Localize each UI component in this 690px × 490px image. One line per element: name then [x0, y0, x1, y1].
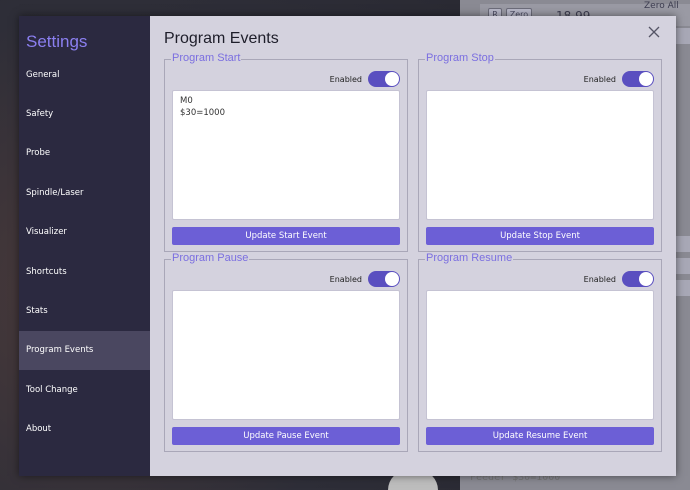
update-stop-event-button[interactable]: Update Stop Event — [426, 227, 654, 245]
sidebar-item-tool-change[interactable]: Tool Change — [19, 370, 150, 409]
enabled-row: Enabled — [426, 270, 654, 288]
close-button[interactable] — [644, 22, 664, 42]
sidebar-item-about[interactable]: About — [19, 410, 150, 449]
sidebar-item-label: Safety — [26, 109, 54, 120]
sidebar-item-program-events[interactable]: Program Events — [19, 330, 150, 371]
sidebar-item-label: Stats — [26, 306, 48, 317]
start-event-code[interactable]: M0 $30=1000 — [172, 90, 400, 220]
sidebar-item-label: Program Events — [26, 345, 94, 356]
stop-enabled-toggle[interactable] — [622, 71, 654, 87]
update-resume-event-button[interactable]: Update Resume Event — [426, 427, 654, 445]
toggle-knob — [639, 272, 653, 286]
events-grid: Program Start Enabled M0 $30=1000 Update… — [164, 52, 662, 452]
pause-enabled-toggle[interactable] — [368, 271, 400, 287]
close-icon — [648, 26, 660, 38]
sidebar-item-stats[interactable]: Stats — [19, 291, 150, 330]
toggle-label: Enabled — [329, 74, 362, 84]
program-start-panel: Program Start Enabled M0 $30=1000 Update… — [164, 52, 408, 252]
program-resume-panel: Program Resume Enabled Update Resume Eve… — [418, 252, 662, 452]
sidebar-item-general[interactable]: General — [19, 55, 150, 94]
sidebar-item-probe[interactable]: Probe — [19, 134, 150, 173]
sidebar-item-label: General — [26, 69, 60, 80]
settings-sidebar: Settings General Safety Probe Spindle/La… — [19, 16, 150, 476]
settings-content: Program Events Program Start Enabled M0 … — [150, 16, 676, 476]
sidebar-title: Settings — [26, 32, 88, 51]
toggle-knob — [385, 272, 399, 286]
sidebar-item-spindle-laser[interactable]: Spindle/Laser — [19, 173, 150, 212]
toggle-label: Enabled — [329, 274, 362, 284]
enabled-row: Enabled — [426, 70, 654, 88]
sidebar-item-label: Shortcuts — [26, 266, 67, 277]
background-zero-all: Zero All — [644, 1, 679, 11]
enabled-row: Enabled — [172, 70, 400, 88]
update-start-event-button[interactable]: Update Start Event — [172, 227, 400, 245]
panel-legend: Program Start — [171, 52, 242, 64]
toggle-label: Enabled — [583, 274, 616, 284]
program-stop-panel: Program Stop Enabled Update Stop Event — [418, 52, 662, 252]
sidebar-item-label: Spindle/Laser — [26, 187, 84, 198]
sidebar-item-safety[interactable]: Safety — [19, 94, 150, 133]
sidebar-item-label: Visualizer — [26, 227, 67, 238]
settings-modal: Settings General Safety Probe Spindle/La… — [19, 16, 676, 476]
pause-event-code[interactable] — [172, 290, 400, 420]
program-pause-panel: Program Pause Enabled Update Pause Event — [164, 252, 408, 452]
start-enabled-toggle[interactable] — [368, 71, 400, 87]
toggle-label: Enabled — [583, 74, 616, 84]
page-title: Program Events — [164, 30, 279, 47]
sidebar-item-shortcuts[interactable]: Shortcuts — [19, 252, 150, 291]
toggle-knob — [385, 72, 399, 86]
panel-legend: Program Pause — [171, 252, 250, 264]
stop-event-code[interactable] — [426, 90, 654, 220]
toggle-knob — [639, 72, 653, 86]
sidebar-item-label: Tool Change — [26, 384, 78, 395]
panel-legend: Program Resume — [425, 252, 514, 264]
panel-legend: Program Stop — [425, 52, 495, 64]
sidebar-item-label: Probe — [26, 148, 51, 159]
sidebar-item-label: About — [26, 424, 52, 435]
update-pause-event-button[interactable]: Update Pause Event — [172, 427, 400, 445]
resume-event-code[interactable] — [426, 290, 654, 420]
enabled-row: Enabled — [172, 270, 400, 288]
resume-enabled-toggle[interactable] — [622, 271, 654, 287]
sidebar-item-visualizer[interactable]: Visualizer — [19, 213, 150, 252]
